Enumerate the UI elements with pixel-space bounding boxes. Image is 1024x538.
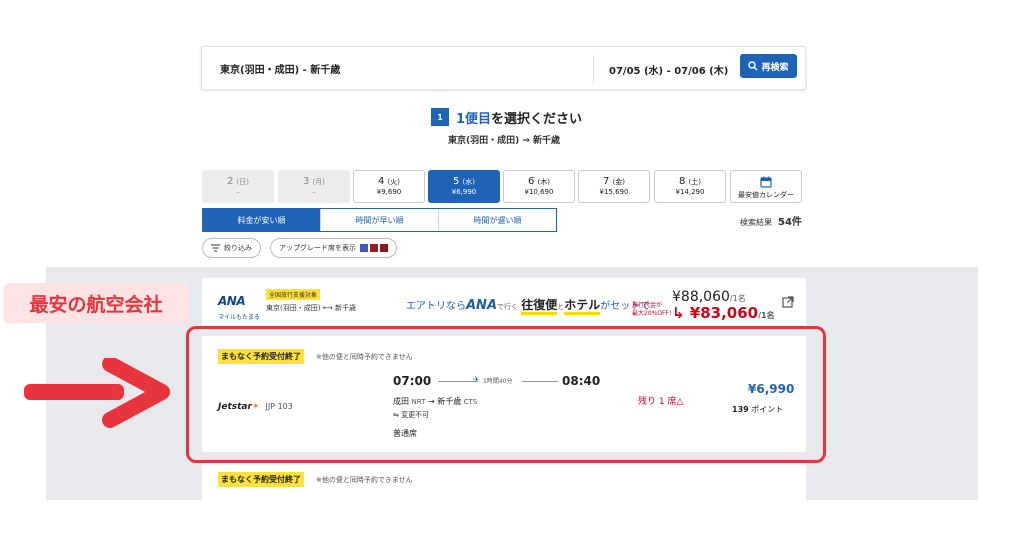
travel-support-tag: 全国旅行支援対象: [266, 289, 321, 300]
date-tab-8[interactable]: 8 (土) ¥14,290: [654, 170, 726, 203]
calendar-icon: [760, 176, 772, 188]
discount-line-1: 旅行代金が: [632, 302, 663, 309]
date-tab-weekday: (金): [612, 178, 626, 186]
date-tab-7[interactable]: 7 (金) ¥15,690: [578, 170, 650, 203]
result-count: 検索結果 54件: [740, 213, 802, 228]
promo-text-1: エアトリなら: [406, 301, 466, 312]
date-tab-day: 6: [527, 176, 535, 187]
step-route: 東京(羽田・成田) → 新千歳: [448, 136, 561, 146]
step-title-accent: 1便目: [456, 112, 492, 127]
ana-promo-banner[interactable]: ANA マイルもたまる 全国旅行支援対象 東京(羽田・成田) ⟷ 新千歳 エアト…: [202, 278, 806, 328]
research-button[interactable]: 再検索: [740, 54, 797, 78]
date-tab-weekday: (日): [236, 178, 250, 186]
date-tab-price: ¥15,690: [599, 188, 629, 196]
search-icon: [748, 61, 758, 71]
search-divider: [593, 55, 594, 83]
date-tab-day: 4: [377, 176, 385, 187]
date-tab-price: –: [236, 188, 240, 196]
cheapest-airline-callout: 最安の航空会社: [4, 283, 188, 323]
date-tab-5[interactable]: 5 (水) ¥6,990: [428, 170, 500, 203]
per-person: /1名: [729, 294, 746, 303]
date-tab-weekday: (木): [537, 178, 551, 186]
seat-swatch-icon: [360, 244, 368, 252]
date-tab-price: ¥9,690: [376, 188, 402, 196]
ana-original-price: ¥88,060/1名: [672, 289, 746, 305]
ana-logo: ANA: [218, 294, 246, 308]
promo-ana: ANA: [466, 298, 498, 313]
step-badge: 1: [431, 108, 449, 126]
ana-promo-text: エアトリならANAで行く 往復便とホテルがセットで: [406, 296, 650, 315]
highlight-frame: [186, 326, 826, 463]
date-tab-6[interactable]: 6 (木) ¥10,690: [503, 170, 575, 203]
promo-round-trip: 往復便: [521, 298, 558, 315]
search-dates[interactable]: 07/05 (水) - 07/06 (木): [609, 62, 728, 77]
date-tab-day: 8: [678, 176, 686, 187]
search-bar: 東京(羽田・成田) - 新千歳 07/05 (水) - 07/06 (木) 再検…: [201, 46, 806, 90]
date-tab-price: ¥6,990: [451, 188, 477, 196]
date-tab-weekday: (水): [462, 178, 476, 186]
arrow-right-icon: [24, 358, 170, 428]
step-title: 1便目を選択ください: [456, 108, 582, 127]
calendar-label: 最安値カレンダー: [738, 191, 794, 199]
filter-button[interactable]: 絞り込み: [202, 238, 261, 258]
flight-card[interactable]: まもなく予約受付終了 ※他の便と同時予約できません: [202, 460, 806, 500]
date-tab-2: 2 (日) –: [202, 170, 274, 203]
result-label: 検索結果: [740, 218, 772, 227]
search-route[interactable]: 東京(羽田・成田) - 新千歳: [220, 61, 340, 76]
sort-tabs: 料金が安い順 時間が早い順 時間が遅い順: [202, 208, 557, 232]
discount-line-2: 最大20%OFF!: [632, 310, 672, 317]
ana-mileage: マイルもたまる: [218, 314, 260, 321]
closing-soon-badge: まもなく予約受付終了: [218, 472, 304, 487]
research-button-label: 再検索: [761, 62, 789, 73]
date-tab-day: 2: [226, 176, 234, 187]
date-tab-price: ¥10,690: [524, 188, 554, 196]
booking-note: ※他の便と同時予約できません: [316, 476, 413, 484]
date-tab-weekday: (土): [688, 178, 702, 186]
date-tab-day: 3: [302, 176, 310, 187]
ana-discount: 旅行代金が 最大20%OFF!: [632, 302, 671, 318]
date-tab-3: 3 (月) –: [278, 170, 350, 203]
external-link-icon[interactable]: [782, 296, 794, 308]
per-person: /1名: [758, 311, 775, 320]
date-tab-day: 7: [602, 176, 610, 187]
original-price-value: ¥88,060: [672, 289, 730, 305]
date-tab-weekday: (月): [312, 178, 326, 186]
filter-icon: [211, 244, 220, 252]
date-tab-weekday: (火): [387, 178, 401, 186]
upgrade-label: アップグレード席を表示: [279, 244, 356, 252]
sort-latest[interactable]: 時間が遅い順: [438, 209, 556, 231]
sort-cheapest[interactable]: 料金が安い順: [203, 209, 320, 231]
result-number: 54件: [778, 217, 802, 228]
date-tab-day: 5: [452, 176, 460, 187]
promo-hotel: ホテル: [564, 298, 601, 315]
calendar-tab[interactable]: 最安値カレンダー: [730, 170, 802, 203]
filter-label: 絞り込み: [224, 244, 252, 252]
sort-earliest[interactable]: 時間が早い順: [320, 209, 438, 231]
ana-route: 東京(羽田・成田) ⟷ 新千歳: [266, 304, 356, 312]
date-tab-price: –: [312, 188, 316, 196]
date-tab-price: ¥14,290: [675, 188, 705, 196]
ana-sale-price: ↳ ¥83,060/1名: [672, 304, 775, 322]
promo-text-2: で行く: [497, 303, 519, 311]
step-title-rest: を選択ください: [491, 112, 583, 127]
sale-price-value: ¥83,060: [689, 304, 759, 322]
upgrade-seat-toggle[interactable]: アップグレード席を表示: [270, 238, 397, 258]
seat-swatch-icon: [370, 244, 378, 252]
date-tab-4[interactable]: 4 (火) ¥9,690: [353, 170, 425, 203]
seat-swatch-icon: [380, 244, 388, 252]
